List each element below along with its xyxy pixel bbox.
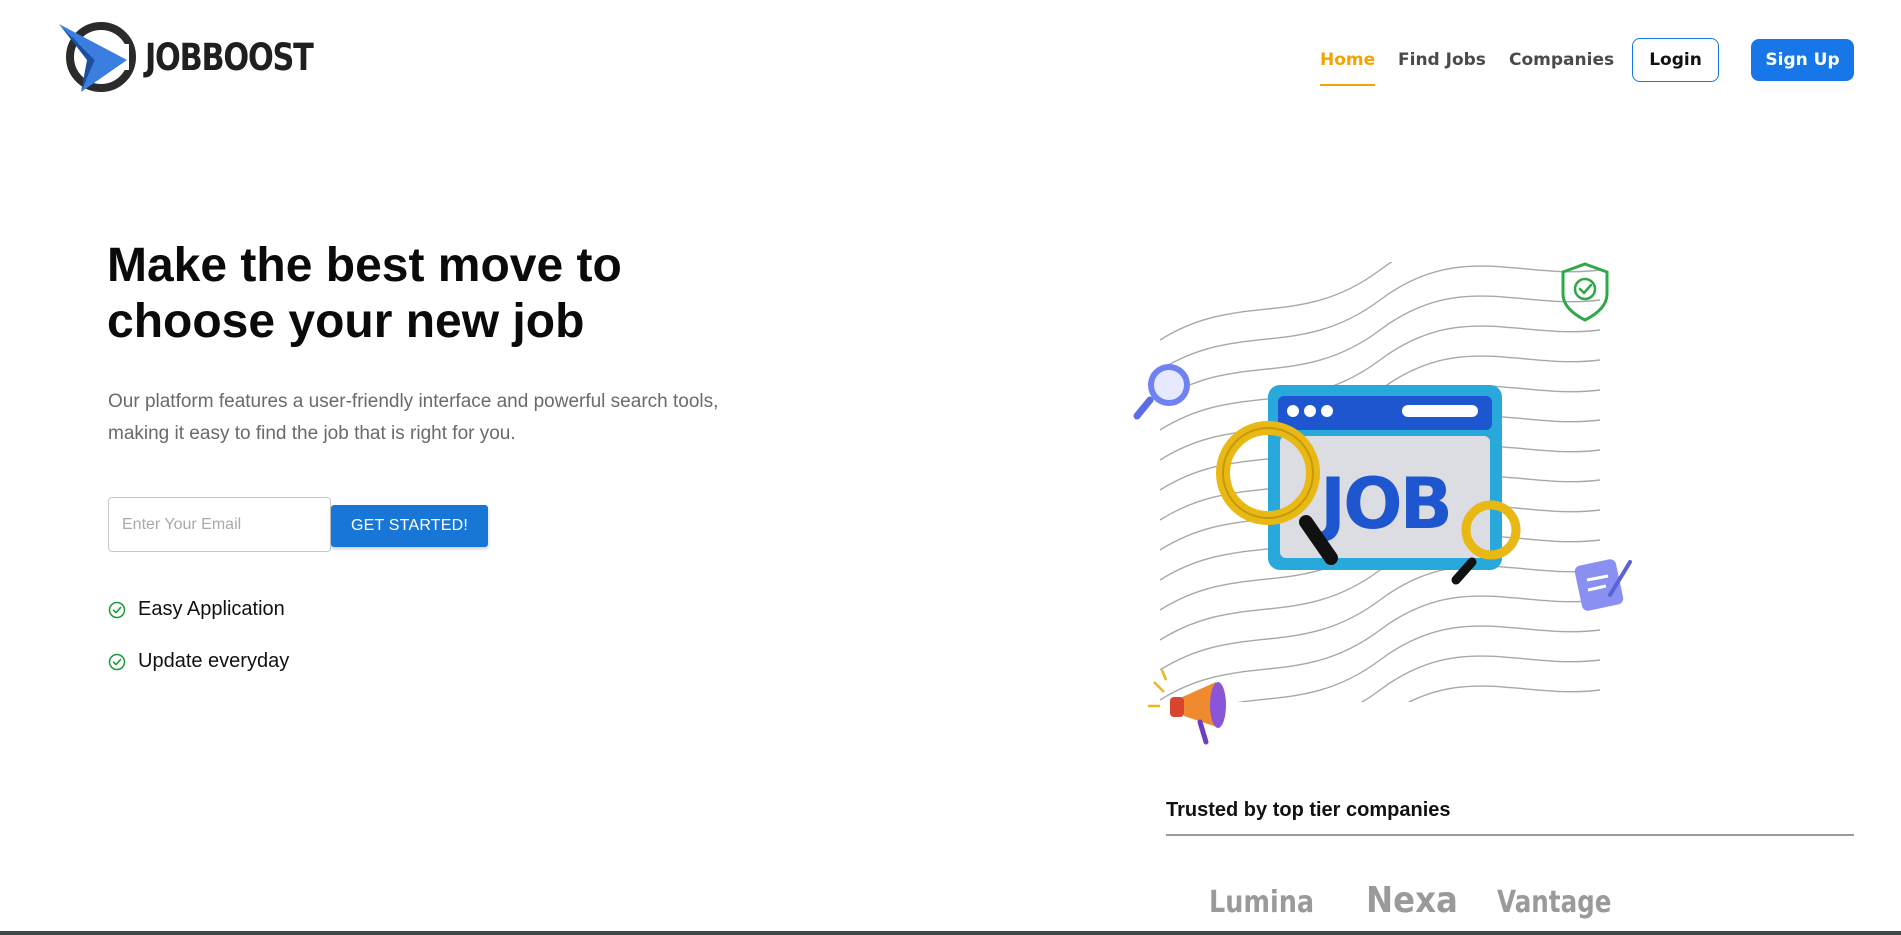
nav-active-indicator [1320, 84, 1376, 86]
brand-name: JOBBOOST [145, 35, 314, 79]
page: JOBBOOST Home Find Jobs Companies Login … [0, 0, 1901, 935]
nav-companies[interactable]: Companies [1509, 50, 1614, 70]
hero-description: Our platform features a user-friendly in… [108, 386, 808, 450]
bottom-bar [0, 931, 1901, 935]
hero-title-line-2: choose your new job [107, 295, 585, 348]
email-input[interactable] [108, 497, 331, 552]
nav-find-jobs[interactable]: Find Jobs [1398, 50, 1486, 70]
signup-button[interactable]: Sign Up [1751, 39, 1854, 81]
hero-desc-line-1: Our platform features a user-friendly in… [108, 391, 719, 412]
magnifier-icon [1133, 364, 1190, 420]
login-button[interactable]: Login [1632, 38, 1719, 82]
company-logo: Vantage [1497, 885, 1612, 920]
hero-title: Make the best move to choose your new jo… [107, 238, 727, 350]
shield-check-icon [1561, 262, 1609, 322]
brand-logo[interactable]: JOBBOOST [57, 20, 349, 94]
company-logo: Lumina [1209, 885, 1315, 920]
feature-item: Easy Application [108, 598, 285, 621]
nav-companies-label: Companies [1509, 50, 1615, 70]
get-started-button[interactable]: GET STARTED! [331, 505, 488, 547]
job-label: JOB [1316, 463, 1450, 545]
feature-label: Easy Application [138, 598, 285, 620]
trusted-heading: Trusted by top tier companies [1166, 799, 1451, 821]
nav-find-jobs-label: Find Jobs [1398, 50, 1486, 70]
hero-title-line-1: Make the best move to [107, 239, 622, 292]
nav-home-label: Home [1320, 50, 1376, 70]
feature-label: Update everyday [138, 650, 290, 672]
nav-home[interactable]: Home [1320, 50, 1376, 86]
megaphone-icon [1148, 669, 1226, 745]
check-circle-icon [108, 601, 126, 618]
hero-illustration: JOB [1133, 262, 1632, 745]
notepad-icon [1574, 559, 1632, 611]
site-header: JOBBOOST Home Find Jobs Companies Login … [0, 0, 1901, 120]
check-circle-icon [108, 653, 126, 670]
hero-desc-line-2: making it easy to find the job that is r… [108, 423, 516, 444]
logo-arrow-icon [59, 22, 136, 92]
feature-item: Update everyday [108, 650, 289, 673]
trusted-divider [1166, 834, 1854, 836]
company-logo: Nexa [1366, 880, 1458, 921]
